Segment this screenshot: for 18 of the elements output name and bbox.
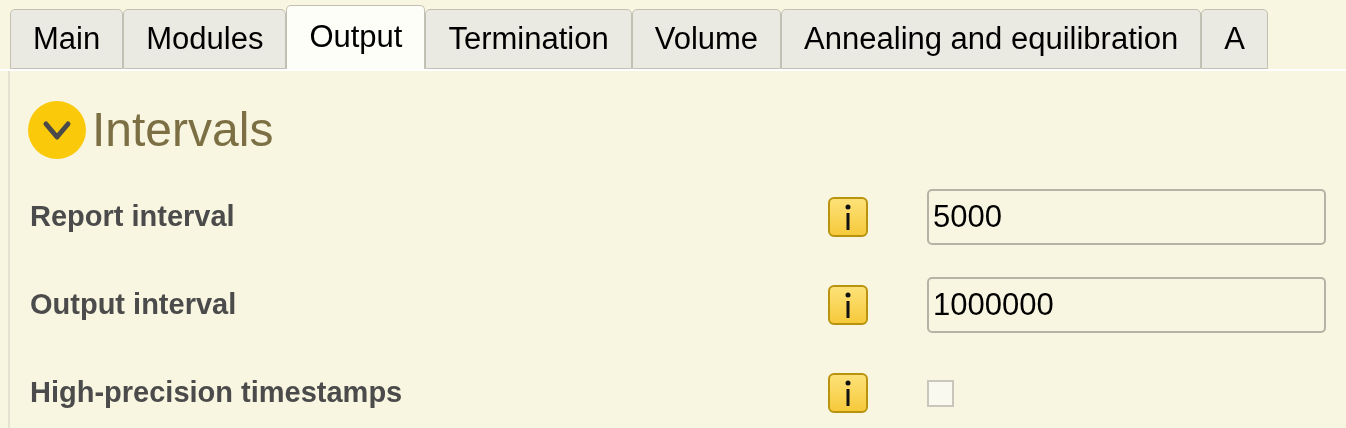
input-field[interactable]: 5000 <box>927 189 1326 245</box>
info-icon[interactable] <box>828 197 868 237</box>
section-title: Intervals <box>92 106 274 154</box>
chevron-down-icon[interactable] <box>28 101 86 159</box>
info-icon[interactable] <box>828 373 868 413</box>
info-icon[interactable] <box>828 285 868 325</box>
tab[interactable]: Main <box>10 9 124 69</box>
tab[interactable]: Termination <box>425 9 632 69</box>
field-label: High-precision timestamps <box>29 375 404 411</box>
field-label: Output interval <box>29 287 238 323</box>
tab[interactable]: Output <box>286 5 426 69</box>
tab[interactable]: A <box>1201 9 1268 69</box>
tab[interactable]: Modules <box>123 9 287 69</box>
checkbox[interactable] <box>927 379 954 407</box>
tab[interactable]: Annealing and equilibration <box>781 9 1202 69</box>
field-label: Report interval <box>29 199 236 235</box>
tab[interactable]: Volume <box>631 9 782 69</box>
input-field[interactable]: 1000000 <box>927 277 1326 333</box>
